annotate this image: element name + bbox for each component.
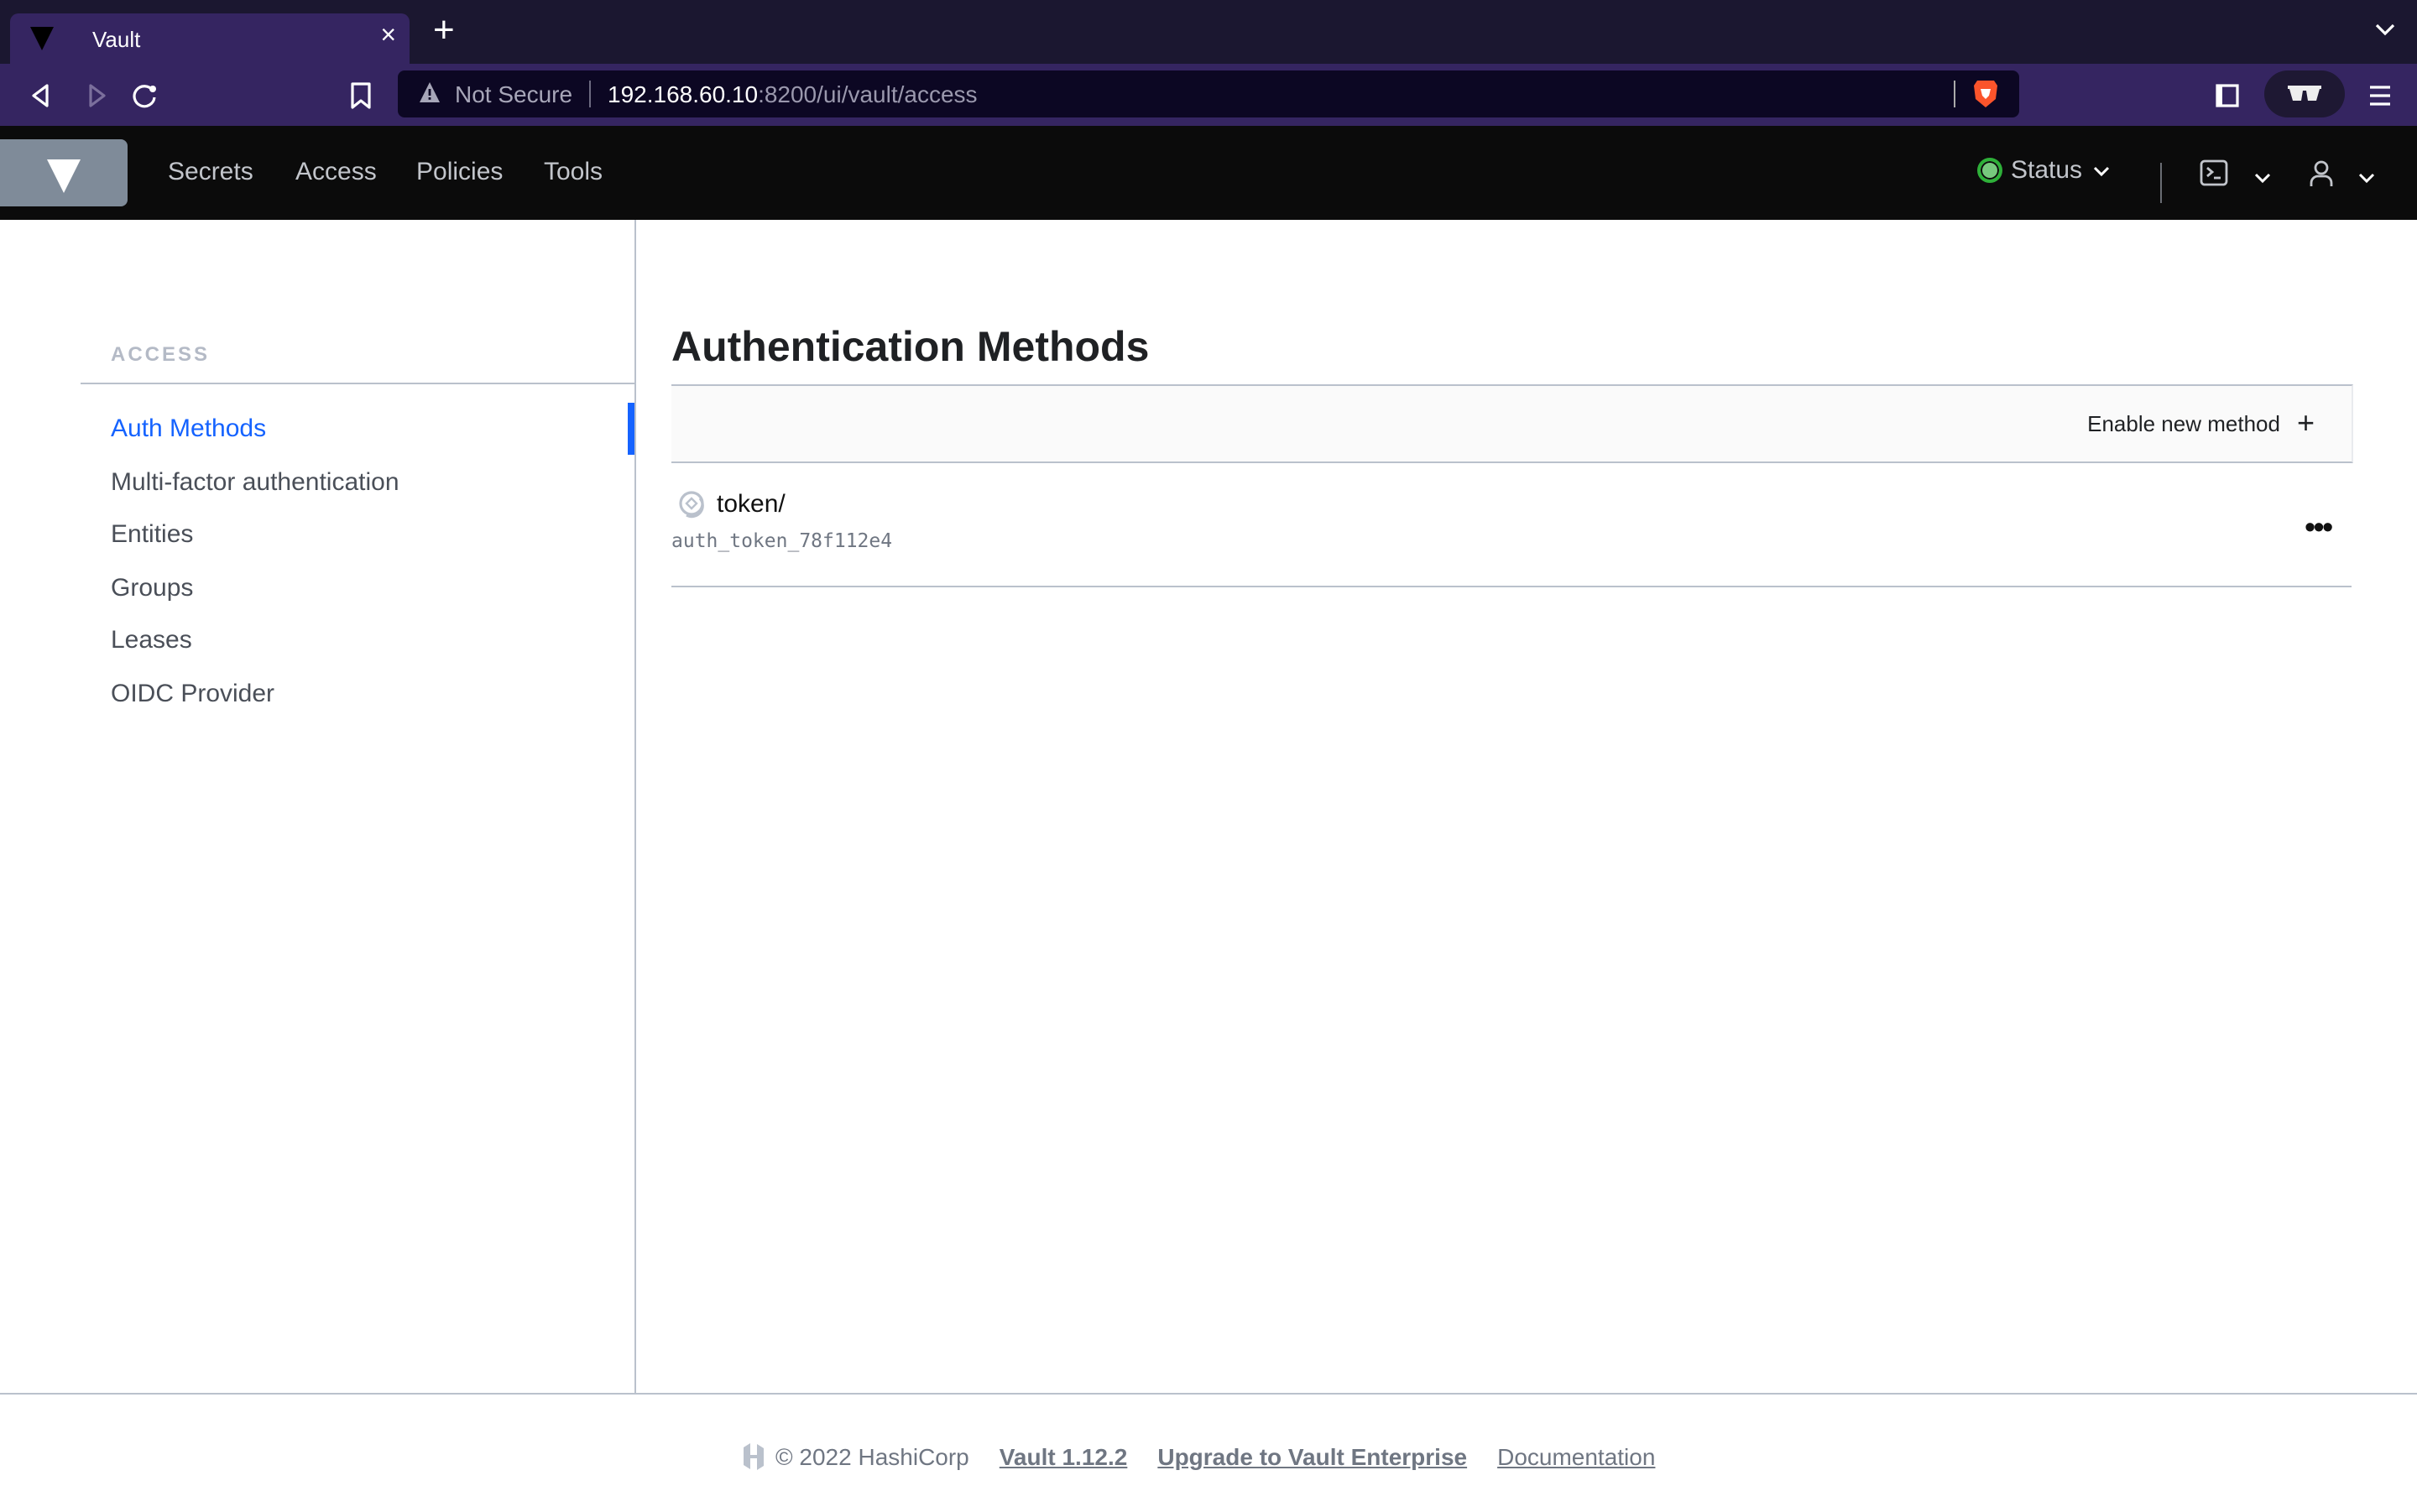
chevron-down-icon [2255,173,2271,184]
terminal-icon [2200,159,2228,186]
warning-icon [420,82,440,102]
back-icon[interactable] [23,79,57,112]
sidebar-item-entities[interactable]: Entities [111,520,193,549]
new-tab-button[interactable]: + [433,9,455,50]
sidebar-item-oidc-provider[interactable]: OIDC Provider [111,680,274,708]
address-bar[interactable]: Not Secure 192.168.60.10:8200/ui/vault/a… [398,70,2019,117]
upgrade-link[interactable]: Upgrade to Vault Enterprise [1157,1443,1467,1470]
browser-toolbar: Not Secure 192.168.60.10:8200/ui/vault/a… [0,64,2417,126]
url-separator [589,81,591,107]
footer: © 2022 HashiCorp Vault 1.12.2 Upgrade to… [0,1393,2417,1512]
sidebar-toggle-icon[interactable] [2211,79,2244,112]
nav-policies[interactable]: Policies [416,158,503,186]
auth-method-row[interactable]: token/ auth_token_78f112e4 ••• [671,475,2352,587]
header-divider [2160,163,2162,203]
reload-icon[interactable] [128,79,161,112]
browser-tab[interactable]: Vault × [10,13,410,64]
sidebar-item-auth-methods[interactable]: Auth Methods [111,414,266,443]
more-options-icon[interactable]: ••• [2305,510,2333,545]
list-toolbar: Enable new method + [671,384,2353,463]
auth-method-accessor: auth_token_78f112e4 [671,529,893,552]
status-label: Status [2011,156,2083,185]
glasses-icon [2288,86,2321,101]
chevron-down-icon [2359,173,2375,184]
private-window-button[interactable] [2264,70,2345,117]
url-path: :8200/ui/vault/access [758,81,978,107]
chevron-down-icon [2093,165,2109,176]
url-text[interactable]: 192.168.60.10:8200/ui/vault/access [608,81,978,107]
status-menu[interactable]: Status [1977,156,2111,185]
main-content: Authentication Methods Enable new method… [636,220,2417,1393]
sidebar: ACCESS Auth Methods Multi-factor authent… [0,220,636,1393]
bookmark-icon[interactable] [344,79,378,112]
menu-icon[interactable] [2363,79,2397,112]
sidebar-item-leases[interactable]: Leases [111,626,192,654]
tab-list-chevron-icon[interactable] [2373,17,2397,40]
brave-shields-icon[interactable] [1972,79,1999,109]
enable-new-method-label: Enable new method [2087,411,2280,436]
user-icon [2310,160,2333,186]
sidebar-item-groups[interactable]: Groups [111,574,193,602]
vault-header: Secrets Access Policies Tools Status [0,126,2417,220]
url-separator-2 [1954,81,1955,107]
vault-favicon-icon [30,27,54,50]
user-menu[interactable] [2306,158,2378,196]
active-indicator [628,403,634,455]
vault-logo-home-link[interactable] [0,139,128,206]
enable-new-method-button[interactable]: Enable new method + [2087,406,2315,440]
nav-access[interactable]: Access [295,158,377,186]
close-tab-icon[interactable]: × [380,22,396,52]
forward-icon[interactable] [81,79,114,112]
plus-icon: + [2296,406,2315,440]
tab-title: Vault [92,27,141,52]
sidebar-divider [81,383,634,384]
vault-version-link[interactable]: Vault 1.12.2 [1000,1443,1128,1470]
auth-method-path[interactable]: token/ [717,490,786,519]
url-host: 192.168.60.10 [608,81,759,107]
copyright-text: © 2022 HashiCorp [775,1443,969,1470]
screen: Vault × + Not Secure 192.168.60.10:8200/… [0,0,2417,1510]
sidebar-item-mfa[interactable]: Multi-factor authentication [111,468,399,497]
status-indicator-icon [1977,158,2002,183]
console-menu[interactable] [2199,158,2273,196]
token-icon [679,491,704,519]
browser-tabstrip: Vault × + [0,0,2417,64]
hashicorp-logo-icon [744,1443,764,1470]
sidebar-heading: ACCESS [111,342,211,366]
security-label[interactable]: Not Secure [455,81,572,107]
vault-logo-icon [47,159,81,193]
nav-tools[interactable]: Tools [544,158,603,186]
nav-secrets[interactable]: Secrets [168,158,253,186]
documentation-link[interactable]: Documentation [1497,1443,1655,1470]
page-title: Authentication Methods [671,324,1150,371]
